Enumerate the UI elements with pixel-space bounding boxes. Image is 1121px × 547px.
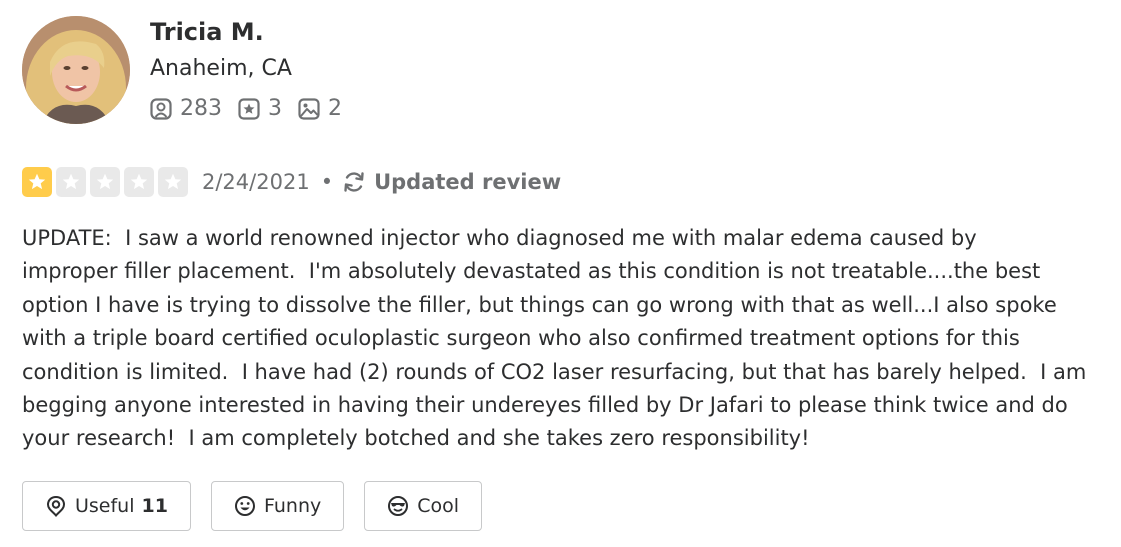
avatar[interactable]: [22, 16, 130, 124]
photos-icon: [298, 97, 320, 120]
funny-label: Funny: [263, 495, 322, 517]
rating-row: 2/24/2021 • Updated review: [22, 167, 561, 197]
friends-count: 283: [180, 96, 222, 121]
review-text: UPDATE: I saw a world renowned injector …: [22, 226, 1087, 451]
funny-button[interactable]: Funny: [210, 481, 345, 531]
refresh-icon: [342, 170, 366, 194]
useful-count: 11: [141, 495, 168, 517]
profile-photo-image: [22, 16, 130, 124]
user-location: Anaheim, CA: [150, 56, 292, 81]
useful-icon: [46, 495, 66, 517]
photos-count: 2: [328, 96, 342, 121]
cool-icon: [388, 496, 409, 516]
reviews-count: 3: [268, 96, 282, 121]
review-actions: Useful 11 Funny Cool: [22, 481, 502, 531]
funny-icon: [234, 496, 255, 516]
photos-stat: 2: [298, 96, 342, 121]
separator-dot: •: [320, 170, 334, 194]
star-icon: [56, 167, 86, 197]
reviews-icon: [238, 97, 260, 120]
user-name[interactable]: Tricia M.: [150, 18, 264, 46]
updated-review-link[interactable]: Updated review: [374, 170, 561, 194]
star-icon: [158, 167, 188, 197]
star-icon: [124, 167, 154, 197]
useful-label: Useful: [75, 495, 135, 517]
cool-button[interactable]: Cool: [364, 481, 483, 531]
friends-icon: [150, 97, 172, 120]
reviews-stat: 3: [238, 96, 282, 121]
star-icon: [90, 167, 120, 197]
star-rating: [22, 167, 192, 197]
review-card: Tricia M. Anaheim, CA 283 3 2 2/24/2021 …: [0, 0, 1121, 547]
user-stats: 283 3 2: [150, 96, 358, 121]
star-icon: [22, 167, 52, 197]
cool-label: Cool: [417, 495, 460, 517]
review-date: 2/24/2021: [202, 170, 310, 194]
useful-button[interactable]: Useful 11: [22, 481, 191, 531]
friends-stat: 283: [150, 96, 222, 121]
